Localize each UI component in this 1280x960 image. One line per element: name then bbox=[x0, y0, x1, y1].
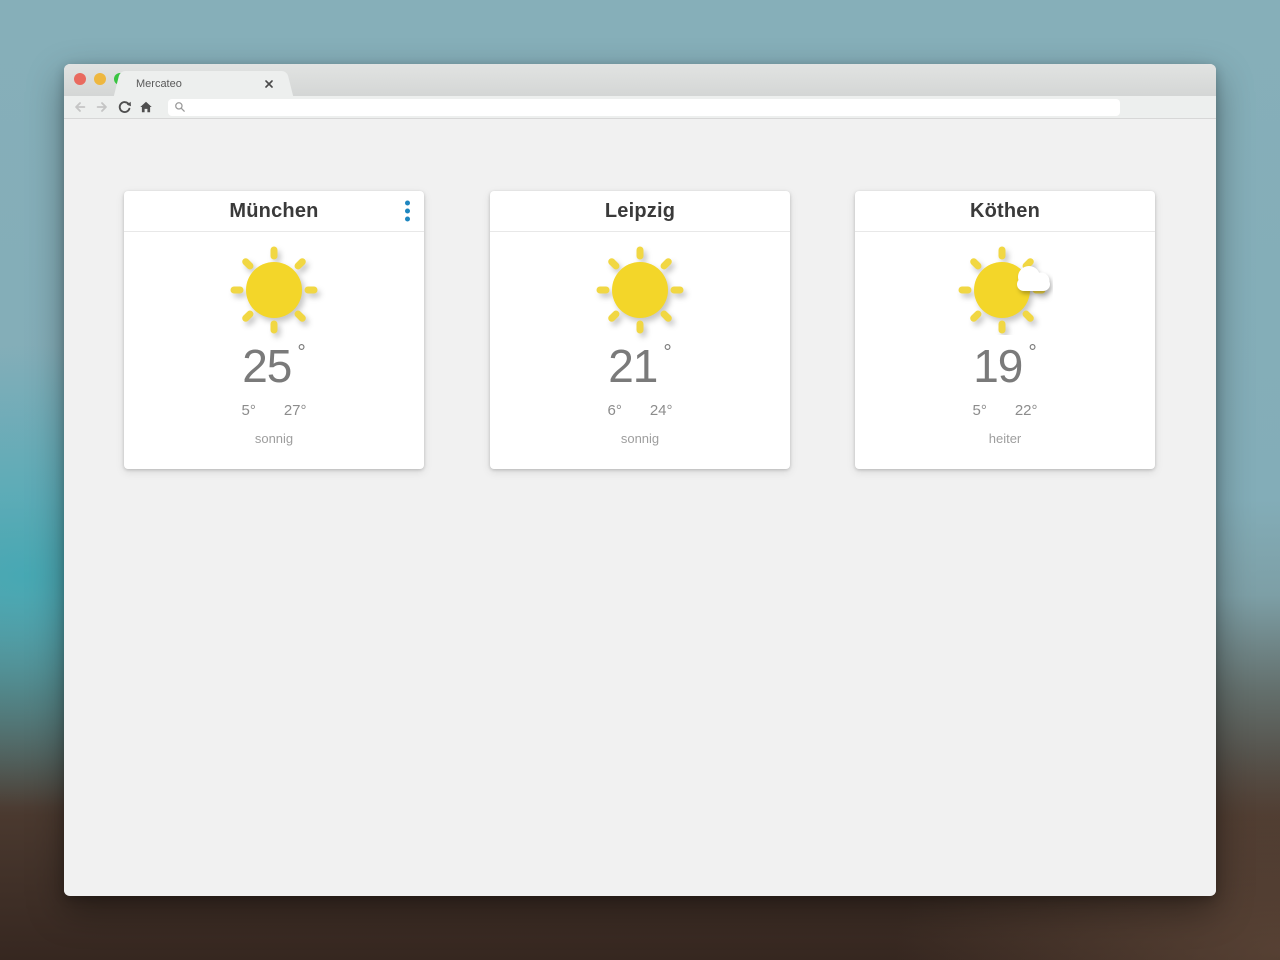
low-temperature: 5° bbox=[241, 402, 256, 419]
card-body: 25 ° 5° 27° sonnig bbox=[124, 232, 424, 469]
condition-label: heiter bbox=[988, 431, 1022, 446]
minmax-row: 6° 24° bbox=[607, 402, 672, 419]
home-icon bbox=[140, 101, 152, 113]
condition-label: sonnig bbox=[254, 431, 294, 446]
high-temperature: 27° bbox=[283, 402, 307, 419]
weather-card-leipzig: Leipzig 21 ° 6° 24° sonnig bbox=[490, 191, 790, 469]
condition-label: sonnig bbox=[620, 431, 660, 446]
sun-icon bbox=[596, 246, 684, 334]
browser-toolbar bbox=[64, 96, 1216, 119]
tab-close-icon[interactable] bbox=[263, 78, 275, 90]
card-header: Köthen bbox=[855, 191, 1155, 232]
tab-mercateo[interactable]: Mercateo bbox=[122, 71, 285, 96]
degree-symbol: ° bbox=[663, 341, 672, 364]
high-temperature: 24° bbox=[649, 402, 673, 419]
browser-titlebar: Mercateo bbox=[64, 64, 1216, 96]
temperature-value: 25 bbox=[242, 340, 292, 392]
card-header: Leipzig bbox=[490, 191, 790, 232]
current-temperature: 19 ° bbox=[973, 340, 1037, 392]
minmax-row: 5° 22° bbox=[972, 402, 1037, 419]
browser-window: Mercateo München 25 ° 5° 27° sonnig Leip… bbox=[64, 64, 1216, 896]
address-bar[interactable] bbox=[168, 98, 1120, 116]
forward-button[interactable] bbox=[94, 99, 110, 115]
back-button[interactable] bbox=[72, 99, 88, 115]
weather-card-koethen: Köthen 19 ° 5° 22° heiter bbox=[855, 191, 1155, 469]
home-button[interactable] bbox=[138, 99, 154, 115]
weather-card-muenchen: München 25 ° 5° 27° sonnig bbox=[124, 191, 424, 469]
address-input[interactable] bbox=[186, 98, 1120, 116]
reload-button[interactable] bbox=[116, 99, 132, 115]
city-name: Leipzig bbox=[604, 199, 676, 222]
reload-icon bbox=[118, 100, 131, 113]
degree-symbol: ° bbox=[1028, 341, 1037, 364]
current-temperature: 25 ° bbox=[242, 340, 306, 392]
city-name: Köthen bbox=[969, 199, 1041, 222]
card-body: 21 ° 6° 24° sonnig bbox=[490, 232, 790, 469]
back-icon bbox=[75, 102, 86, 112]
low-temperature: 6° bbox=[607, 402, 622, 419]
degree-symbol: ° bbox=[297, 341, 306, 364]
page-content: München 25 ° 5° 27° sonnig Leipzig 21 ° … bbox=[64, 119, 1216, 895]
search-icon bbox=[175, 102, 185, 112]
minimize-window-button[interactable] bbox=[94, 73, 106, 85]
card-body: 19 ° 5° 22° heiter bbox=[855, 232, 1155, 469]
card-header: München bbox=[124, 191, 424, 232]
city-name: München bbox=[229, 199, 319, 222]
sun-cloud-icon bbox=[958, 246, 1050, 334]
card-menu-button[interactable] bbox=[401, 197, 414, 226]
high-temperature: 22° bbox=[1014, 402, 1038, 419]
temperature-value: 19 bbox=[973, 340, 1023, 392]
current-temperature: 21 ° bbox=[608, 340, 672, 392]
low-temperature: 5° bbox=[972, 402, 987, 419]
temperature-value: 21 bbox=[608, 340, 658, 392]
close-window-button[interactable] bbox=[74, 73, 86, 85]
kebab-icon bbox=[405, 200, 410, 206]
tab-title: Mercateo bbox=[136, 77, 182, 90]
forward-icon bbox=[96, 102, 107, 112]
minmax-row: 5° 27° bbox=[241, 402, 306, 419]
sun-icon bbox=[230, 246, 318, 334]
